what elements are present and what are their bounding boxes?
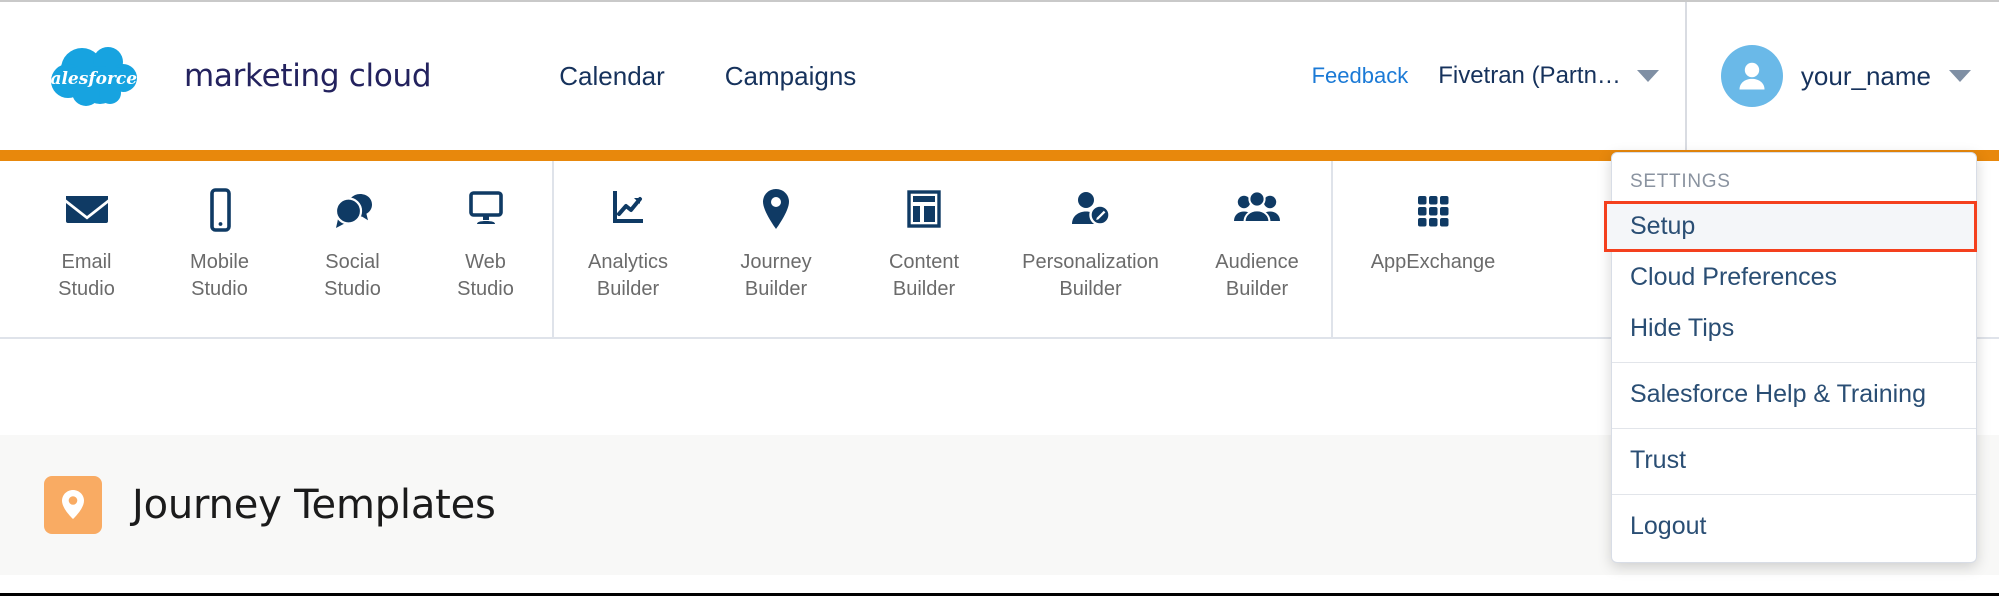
- nav-item-label: Audience Builder: [1215, 249, 1298, 303]
- nav-item-label: Email Studio: [58, 249, 115, 303]
- nav-item-label: AppExchange: [1371, 249, 1496, 276]
- person-pencil-icon: [1067, 181, 1115, 239]
- salesforce-cloud-logo-icon: salesforce: [48, 45, 170, 107]
- user-name-label: your_name: [1801, 61, 1931, 92]
- marketing-cloud-app: salesforce marketing cloud Calendar Camp…: [0, 0, 1999, 596]
- svg-text:salesforce: salesforce: [48, 69, 137, 89]
- envelope-icon: [63, 181, 111, 239]
- nav-item-label: Content Builder: [889, 249, 959, 303]
- nav-item-label: Analytics Builder: [588, 249, 668, 303]
- nav-item-social-studio[interactable]: Social Studio: [286, 161, 419, 303]
- nav-group-builders: Analytics Builder Journey Builder: [552, 161, 1331, 337]
- header-right-cluster: Feedback Fivetran (Partn… your_name: [1312, 2, 1999, 150]
- nav-link-calendar[interactable]: Calendar: [559, 61, 665, 92]
- menu-item-cloud-preferences[interactable]: Cloud Preferences: [1612, 252, 1976, 303]
- feedback-link[interactable]: Feedback: [1312, 63, 1409, 89]
- nav-item-email-studio[interactable]: Email Studio: [20, 161, 153, 303]
- menu-section-trust: Trust: [1612, 428, 1976, 494]
- menu-item-setup[interactable]: Setup: [1604, 201, 1977, 252]
- nav-item-journey-builder[interactable]: Journey Builder: [702, 161, 850, 303]
- menu-item-salesforce-help-training[interactable]: Salesforce Help & Training: [1612, 369, 1976, 420]
- menu-section-help: Salesforce Help & Training: [1612, 362, 1976, 428]
- nav-item-personalization-builder[interactable]: Personalization Builder: [998, 161, 1183, 303]
- people-group-icon: [1231, 181, 1283, 239]
- monitor-icon: [462, 181, 510, 239]
- user-avatar-icon: [1721, 45, 1783, 107]
- nav-item-label: Personalization Builder: [1022, 249, 1159, 303]
- chevron-down-icon: [1637, 70, 1659, 82]
- nav-item-web-studio[interactable]: Web Studio: [419, 161, 552, 303]
- menu-section-heading: SETTINGS: [1612, 159, 1976, 201]
- global-nav-links: Calendar Campaigns: [559, 61, 856, 92]
- global-header: salesforce marketing cloud Calendar Camp…: [0, 2, 1999, 150]
- map-pin-icon: [756, 181, 796, 239]
- menu-section-logout: Logout: [1612, 494, 1976, 560]
- user-menu-trigger[interactable]: your_name: [1685, 2, 1999, 150]
- nav-item-analytics-builder[interactable]: Analytics Builder: [554, 161, 702, 303]
- layout-grid-icon: [901, 181, 947, 239]
- app-grid-icon: [1411, 181, 1455, 239]
- brand-product-name: marketing cloud: [184, 58, 431, 94]
- nav-item-mobile-studio[interactable]: Mobile Studio: [153, 161, 286, 303]
- line-chart-icon: [604, 181, 652, 239]
- mobile-phone-icon: [196, 181, 244, 239]
- org-selector[interactable]: Fivetran (Partn…: [1438, 62, 1659, 90]
- nav-item-label: Journey Builder: [740, 249, 811, 303]
- nav-item-label: Social Studio: [324, 249, 381, 303]
- journey-map-pin-icon: [44, 476, 102, 534]
- nav-item-label: Mobile Studio: [190, 249, 249, 303]
- user-settings-dropdown: SETTINGS Setup Cloud Preferences Hide Ti…: [1611, 152, 1977, 563]
- page-title: Journey Templates: [132, 482, 496, 528]
- menu-item-logout[interactable]: Logout: [1612, 501, 1976, 552]
- nav-group-studios: Email Studio Mobile Studio: [20, 161, 552, 337]
- menu-item-hide-tips[interactable]: Hide Tips: [1612, 303, 1976, 354]
- chevron-down-icon: [1949, 70, 1971, 82]
- org-selector-label: Fivetran (Partn…: [1438, 62, 1621, 90]
- menu-section-settings: SETTINGS Setup Cloud Preferences Hide Ti…: [1612, 153, 1976, 362]
- nav-item-content-builder[interactable]: Content Builder: [850, 161, 998, 303]
- brand-logo[interactable]: salesforce marketing cloud: [48, 45, 431, 107]
- menu-item-trust[interactable]: Trust: [1612, 435, 1976, 486]
- speech-bubbles-icon: [329, 181, 377, 239]
- nav-item-appexchange[interactable]: AppExchange: [1333, 161, 1533, 276]
- nav-link-campaigns[interactable]: Campaigns: [725, 61, 857, 92]
- nav-group-extras: AppExchange: [1331, 161, 1533, 337]
- nav-item-audience-builder[interactable]: Audience Builder: [1183, 161, 1331, 303]
- nav-item-label: Web Studio: [457, 249, 514, 303]
